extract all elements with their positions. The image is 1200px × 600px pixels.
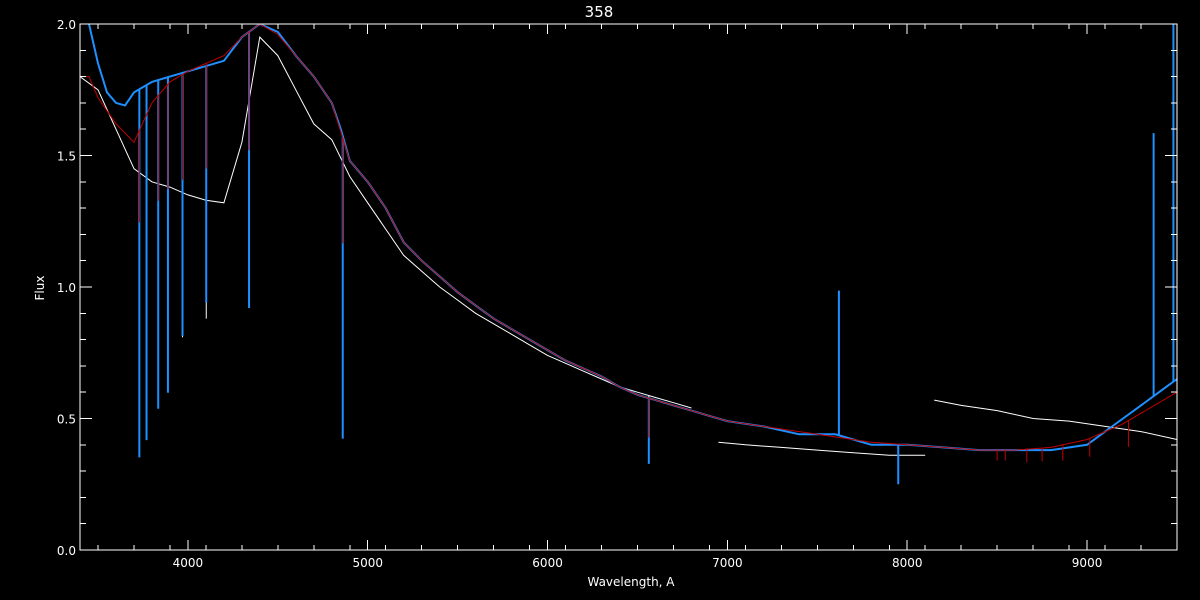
x-tick-label: 7000 <box>712 556 743 570</box>
plot-frame <box>79 23 1178 551</box>
spectrum-chart: 358 Wavelength, A Flux 4000 5000 6000 7000 8… <box>33 3 1178 589</box>
x-tick-label: 5000 <box>352 556 383 570</box>
y-tick-label: 1.5 <box>57 150 76 164</box>
axes: 4000 5000 6000 7000 8000 9000 0.0 0.5 1.0 1.5 2.0 <box>57 18 1178 570</box>
series-0 <box>80 36 1177 456</box>
x-tick-label: 6000 <box>532 556 563 570</box>
y-tick-label: 0.0 <box>57 544 76 558</box>
x-tick-label: 4000 <box>173 556 204 570</box>
x-tick-label: 9000 <box>1072 556 1103 570</box>
series-1-line-0 <box>88 24 1177 452</box>
y-tick-label: 1.0 <box>57 281 76 295</box>
x-tick-label: 8000 <box>892 556 923 570</box>
series-2 <box>80 24 1177 463</box>
series-0-line-0 <box>80 36 692 409</box>
x-axis-label: Wavelength, A <box>587 575 675 589</box>
plot-area <box>80 24 1177 485</box>
series-2-line-0 <box>80 24 1177 451</box>
y-tick-label: 0.5 <box>57 413 76 427</box>
y-axis-label: Flux <box>33 276 47 301</box>
y-tick-label: 2.0 <box>57 18 76 32</box>
series-1 <box>88 24 1177 485</box>
chart-title: 358 <box>585 3 614 21</box>
